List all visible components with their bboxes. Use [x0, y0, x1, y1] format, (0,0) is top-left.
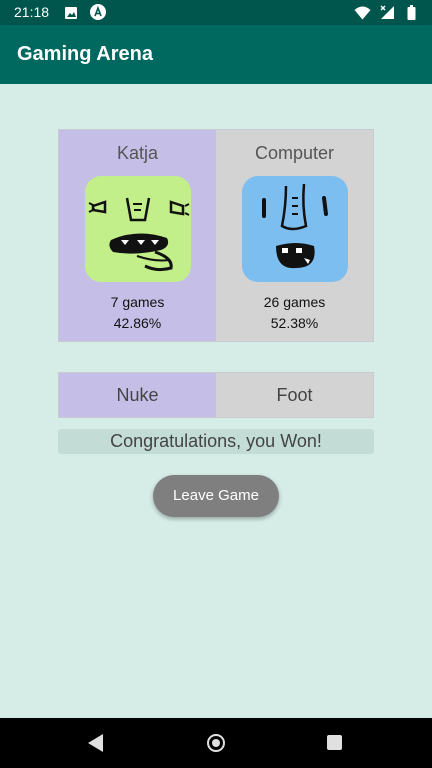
player-card-computer: Computer 26 games 52.38% [216, 130, 373, 341]
leave-game-button[interactable]: Leave Game [153, 475, 279, 517]
battery-icon [407, 5, 416, 24]
player-choice: Nuke [59, 373, 216, 417]
computer-games: 26 games [263, 294, 326, 310]
recents-icon[interactable] [327, 735, 342, 750]
status-time: 21:18 [14, 4, 50, 20]
system-nav-bar [0, 718, 432, 768]
player-name: Katja [116, 143, 159, 163]
image-icon [64, 5, 78, 24]
app-bar: Gaming Arena [0, 25, 432, 84]
status-bar: 21:18 [0, 0, 432, 25]
computer-percent: 52.38% [270, 315, 319, 331]
blue-monster-avatar [242, 176, 348, 282]
home-icon[interactable] [207, 734, 225, 752]
player-card-me: Katja 7 games 42.86% [59, 130, 216, 341]
computer-name: Computer [254, 143, 335, 163]
player-games: 7 games [110, 294, 165, 310]
green-monster-avatar [85, 176, 191, 282]
main-content: Katja 7 games 42.86% Computer 26 games 5… [0, 84, 432, 718]
computer-choice: Foot [216, 373, 373, 417]
choices-panel: Nuke Foot [58, 372, 374, 418]
signal-icon [379, 5, 395, 24]
wifi-icon [354, 5, 371, 24]
player-percent: 42.86% [113, 315, 162, 331]
back-icon[interactable] [88, 734, 103, 752]
result-message: Congratulations, you Won! [58, 429, 374, 454]
players-panel: Katja 7 games 42.86% Computer 26 games 5… [58, 129, 374, 342]
app-title: Gaming Arena [17, 43, 153, 65]
app-a-icon [90, 4, 106, 24]
